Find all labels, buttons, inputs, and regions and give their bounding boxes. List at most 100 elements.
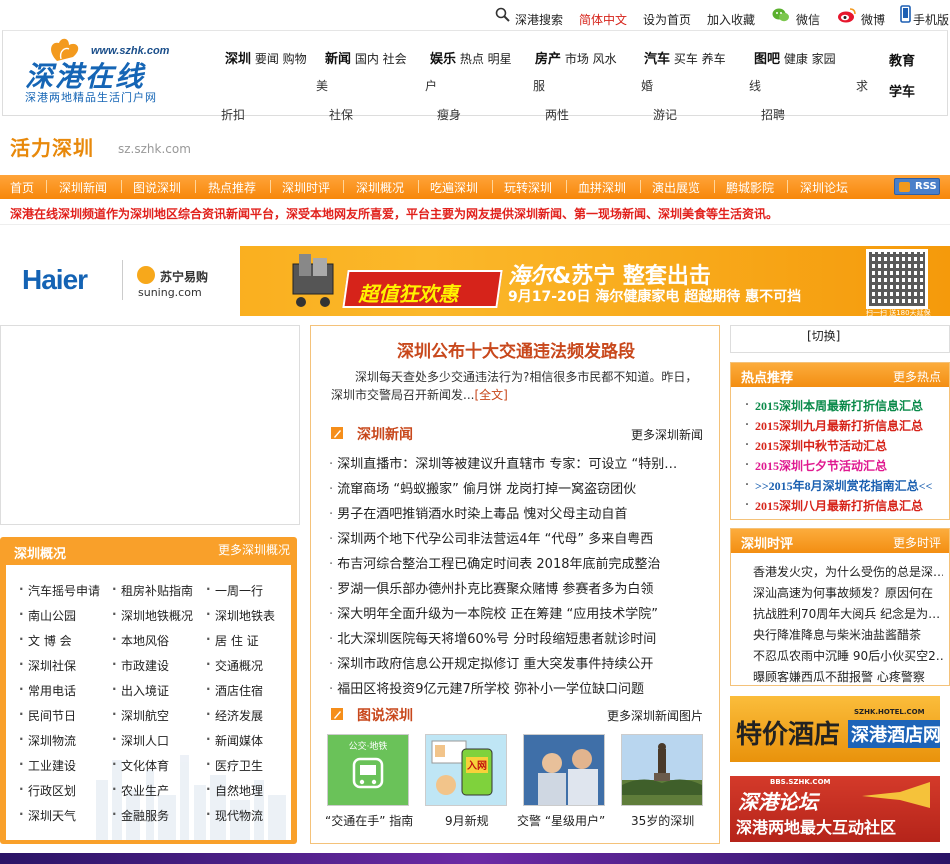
wechat-link[interactable]: 微信	[796, 11, 820, 28]
overview-link[interactable]: 交通概况	[206, 657, 263, 674]
subnav-photos[interactable]: 图说深圳	[133, 179, 181, 196]
comment-item[interactable]: 抗战胜利70周年大阅兵 纪念是为…	[753, 605, 943, 622]
nav-link[interactable]: 游记	[653, 106, 677, 123]
overview-link[interactable]: 租房补贴指南	[112, 582, 193, 599]
nav-group-realestate[interactable]: 房产 市场 风水	[535, 48, 617, 67]
overview-link[interactable]: 南山公园	[19, 607, 76, 624]
overview-link[interactable]: 行政区划	[19, 782, 76, 799]
photo-caption[interactable]: 交警 “星级用户”	[517, 812, 605, 829]
site-search-link[interactable]: 深港搜索	[515, 11, 563, 28]
photo-caption[interactable]: “交通在手” 指南	[325, 812, 413, 829]
nav-link[interactable]: 两性	[545, 106, 569, 123]
nav-group-entertainment[interactable]: 娱乐 热点 明星	[430, 48, 512, 67]
subnav-cinema[interactable]: 鹏城影院	[726, 179, 774, 196]
overview-link[interactable]: 一周一行	[206, 582, 263, 599]
comment-item[interactable]: 香港发火灾，为什么受伤的总是深…	[753, 563, 943, 580]
overview-link[interactable]: 深圳地铁表	[206, 607, 275, 624]
set-homepage-link[interactable]: 设为首页	[643, 11, 691, 28]
news-item[interactable]: 流窜商场 “蚂蚁搬家” 偷月饼 龙岗打掉一窝盗窃团伙	[329, 478, 709, 497]
hot-item[interactable]: 2015深圳八月最新打折信息汇总	[745, 497, 923, 514]
photo-thumb[interactable]: 公交·地铁	[327, 734, 409, 806]
promo-banner[interactable]: Haier 苏宁易购 suning.com 超值狂欢惠 海尔&苏宁 整套出击 9…	[0, 246, 950, 316]
headline-title[interactable]: 深圳公布十大交通违法频发路段	[311, 337, 721, 362]
full-article-link[interactable]: [全文]	[474, 388, 507, 402]
overview-link[interactable]: 现代物流	[206, 807, 263, 824]
overview-link[interactable]: 居 住 证	[206, 632, 259, 649]
overview-link[interactable]: 深圳人口	[112, 732, 169, 749]
comment-item[interactable]: 央行降准降息与柴米油盐酱醋茶	[753, 626, 943, 643]
comment-item[interactable]: 深汕高速为何事故频发？原因何在	[753, 584, 943, 601]
rss-button[interactable]: RSS	[894, 178, 940, 195]
subnav-shopping[interactable]: 血拼深圳	[578, 179, 626, 196]
photos-more-link[interactable]: 更多深圳新闻图片	[607, 707, 703, 724]
news-item[interactable]: 福田区将投资9亿元建7所学校 弥补小一学位缺口问题	[329, 678, 709, 697]
channel-title[interactable]: 活力深圳	[10, 132, 94, 161]
news-item[interactable]: 北大深圳医院每天将增60%号 分时段缩短患者就诊时间	[329, 628, 709, 647]
overview-link[interactable]: 经济发展	[206, 707, 263, 724]
overview-link[interactable]: 深圳社保	[19, 657, 76, 674]
overview-link[interactable]: 新闻媒体	[206, 732, 263, 749]
overview-title[interactable]: 深圳概况	[14, 543, 66, 562]
add-favorite-link[interactable]: 加入收藏	[707, 11, 755, 28]
news-item[interactable]: 深圳两个地下代孕公司非法营运4年 “代母” 多来自粤西	[329, 528, 709, 547]
overview-link[interactable]: 汽车摇号申请	[19, 582, 100, 599]
overview-link[interactable]: 酒店住宿	[206, 682, 263, 699]
nav-link[interactable]: 社保	[329, 106, 353, 123]
overview-link[interactable]: 常用电话	[19, 682, 76, 699]
subnav-food[interactable]: 吃遍深圳	[430, 179, 478, 196]
overview-link[interactable]: 出入境证	[112, 682, 169, 699]
forum-ad-banner[interactable]: BBS.SZHK.COM 深港论坛 深港两地最大互动社区	[730, 776, 940, 842]
photo-thumb[interactable]: 入网	[425, 734, 507, 806]
news-more-link[interactable]: 更多深圳新闻	[631, 426, 703, 443]
nav-link[interactable]: 求	[856, 77, 868, 94]
nav-group-news[interactable]: 新闻 国内 社会	[325, 48, 407, 67]
news-item[interactable]: 深大明年全面升级为一本院校 正在筹建 “应用技术学院”	[329, 603, 709, 622]
wechat-icon[interactable]	[772, 7, 790, 23]
nav-link[interactable]: 服	[533, 77, 545, 94]
photo-caption[interactable]: 35岁的深圳	[631, 812, 694, 829]
nav-link[interactable]: 美	[316, 77, 328, 94]
mobile-version-link[interactable]: 手机版	[913, 11, 949, 28]
comment-item[interactable]: 曝顾客嫌西瓜不甜报警 心疼警察	[753, 668, 943, 685]
comment-title[interactable]: 深圳时评	[741, 533, 793, 552]
overview-more-link[interactable]: 更多深圳概况	[218, 541, 290, 558]
subnav-fun[interactable]: 玩转深圳	[504, 179, 552, 196]
overview-link[interactable]: 深圳天气	[19, 807, 76, 824]
overview-link[interactable]: 农业生产	[112, 782, 169, 799]
subnav-shows[interactable]: 演出展览	[652, 179, 700, 196]
overview-link[interactable]: 文 博 会	[19, 632, 72, 649]
switch-link[interactable]: [切换]	[807, 327, 840, 344]
subnav-overview[interactable]: 深圳概况	[356, 179, 404, 196]
news-item[interactable]: 布吉河综合整治工程已确定时间表 2018年底前完成整治	[329, 553, 709, 572]
site-logo[interactable]: www.szhk.com 深港在线 深港两地精品生活门户网	[17, 37, 177, 105]
weibo-icon[interactable]	[837, 7, 857, 23]
hot-more-link[interactable]: 更多热点	[893, 368, 941, 385]
nav-link[interactable]: 招聘	[761, 106, 785, 123]
overview-link[interactable]: 自然地理	[206, 782, 263, 799]
hot-title[interactable]: 热点推荐	[741, 367, 793, 386]
overview-link[interactable]: 深圳航空	[112, 707, 169, 724]
overview-link[interactable]: 民间节日	[19, 707, 76, 724]
news-item[interactable]: 罗湖一俱乐部办德州扑克比赛聚众赌博 参赛者多为白领	[329, 578, 709, 597]
news-item[interactable]: 男子在酒吧推销酒水时染上毒品 愧对父母主动自首	[329, 503, 709, 522]
nav-group-auto[interactable]: 汽车 买车 养车	[644, 48, 726, 67]
photos-section-title[interactable]: 图说深圳	[357, 705, 413, 725]
subnav-home[interactable]: 首页	[10, 179, 34, 196]
nav-group-education[interactable]: 教育	[889, 50, 915, 69]
news-item[interactable]: 深圳直播市：深圳等被建议升直辖市 专家：可设立 “特别…	[329, 453, 709, 472]
overview-link[interactable]: 工业建设	[19, 757, 76, 774]
overview-link[interactable]: 金融服务	[112, 807, 169, 824]
subnav-forum[interactable]: 深圳论坛	[800, 179, 848, 196]
hotel-ad-banner[interactable]: 特价酒店 SZHK.HOTEL.COM 深港酒店网	[730, 696, 940, 762]
comment-item[interactable]: 不忍瓜农雨中沉睡 90后小伙买空2…	[753, 647, 943, 664]
hot-item[interactable]: 2015深圳中秋节活动汇总	[745, 437, 887, 454]
comment-more-link[interactable]: 更多时评	[893, 534, 941, 551]
subnav-hot[interactable]: 热点推荐	[208, 179, 256, 196]
nav-link[interactable]: 婚	[641, 77, 653, 94]
hot-item[interactable]: 2015深圳九月最新打折信息汇总	[745, 417, 923, 434]
overview-link[interactable]: 市政建设	[112, 657, 169, 674]
overview-link[interactable]: 深圳地铁概况	[112, 607, 193, 624]
subnav-news[interactable]: 深圳新闻	[59, 179, 107, 196]
hot-item[interactable]: 2015深圳七夕节活动汇总	[745, 457, 887, 474]
hot-item[interactable]: >>2015年8月深圳赏花指南汇总<<	[745, 477, 932, 494]
